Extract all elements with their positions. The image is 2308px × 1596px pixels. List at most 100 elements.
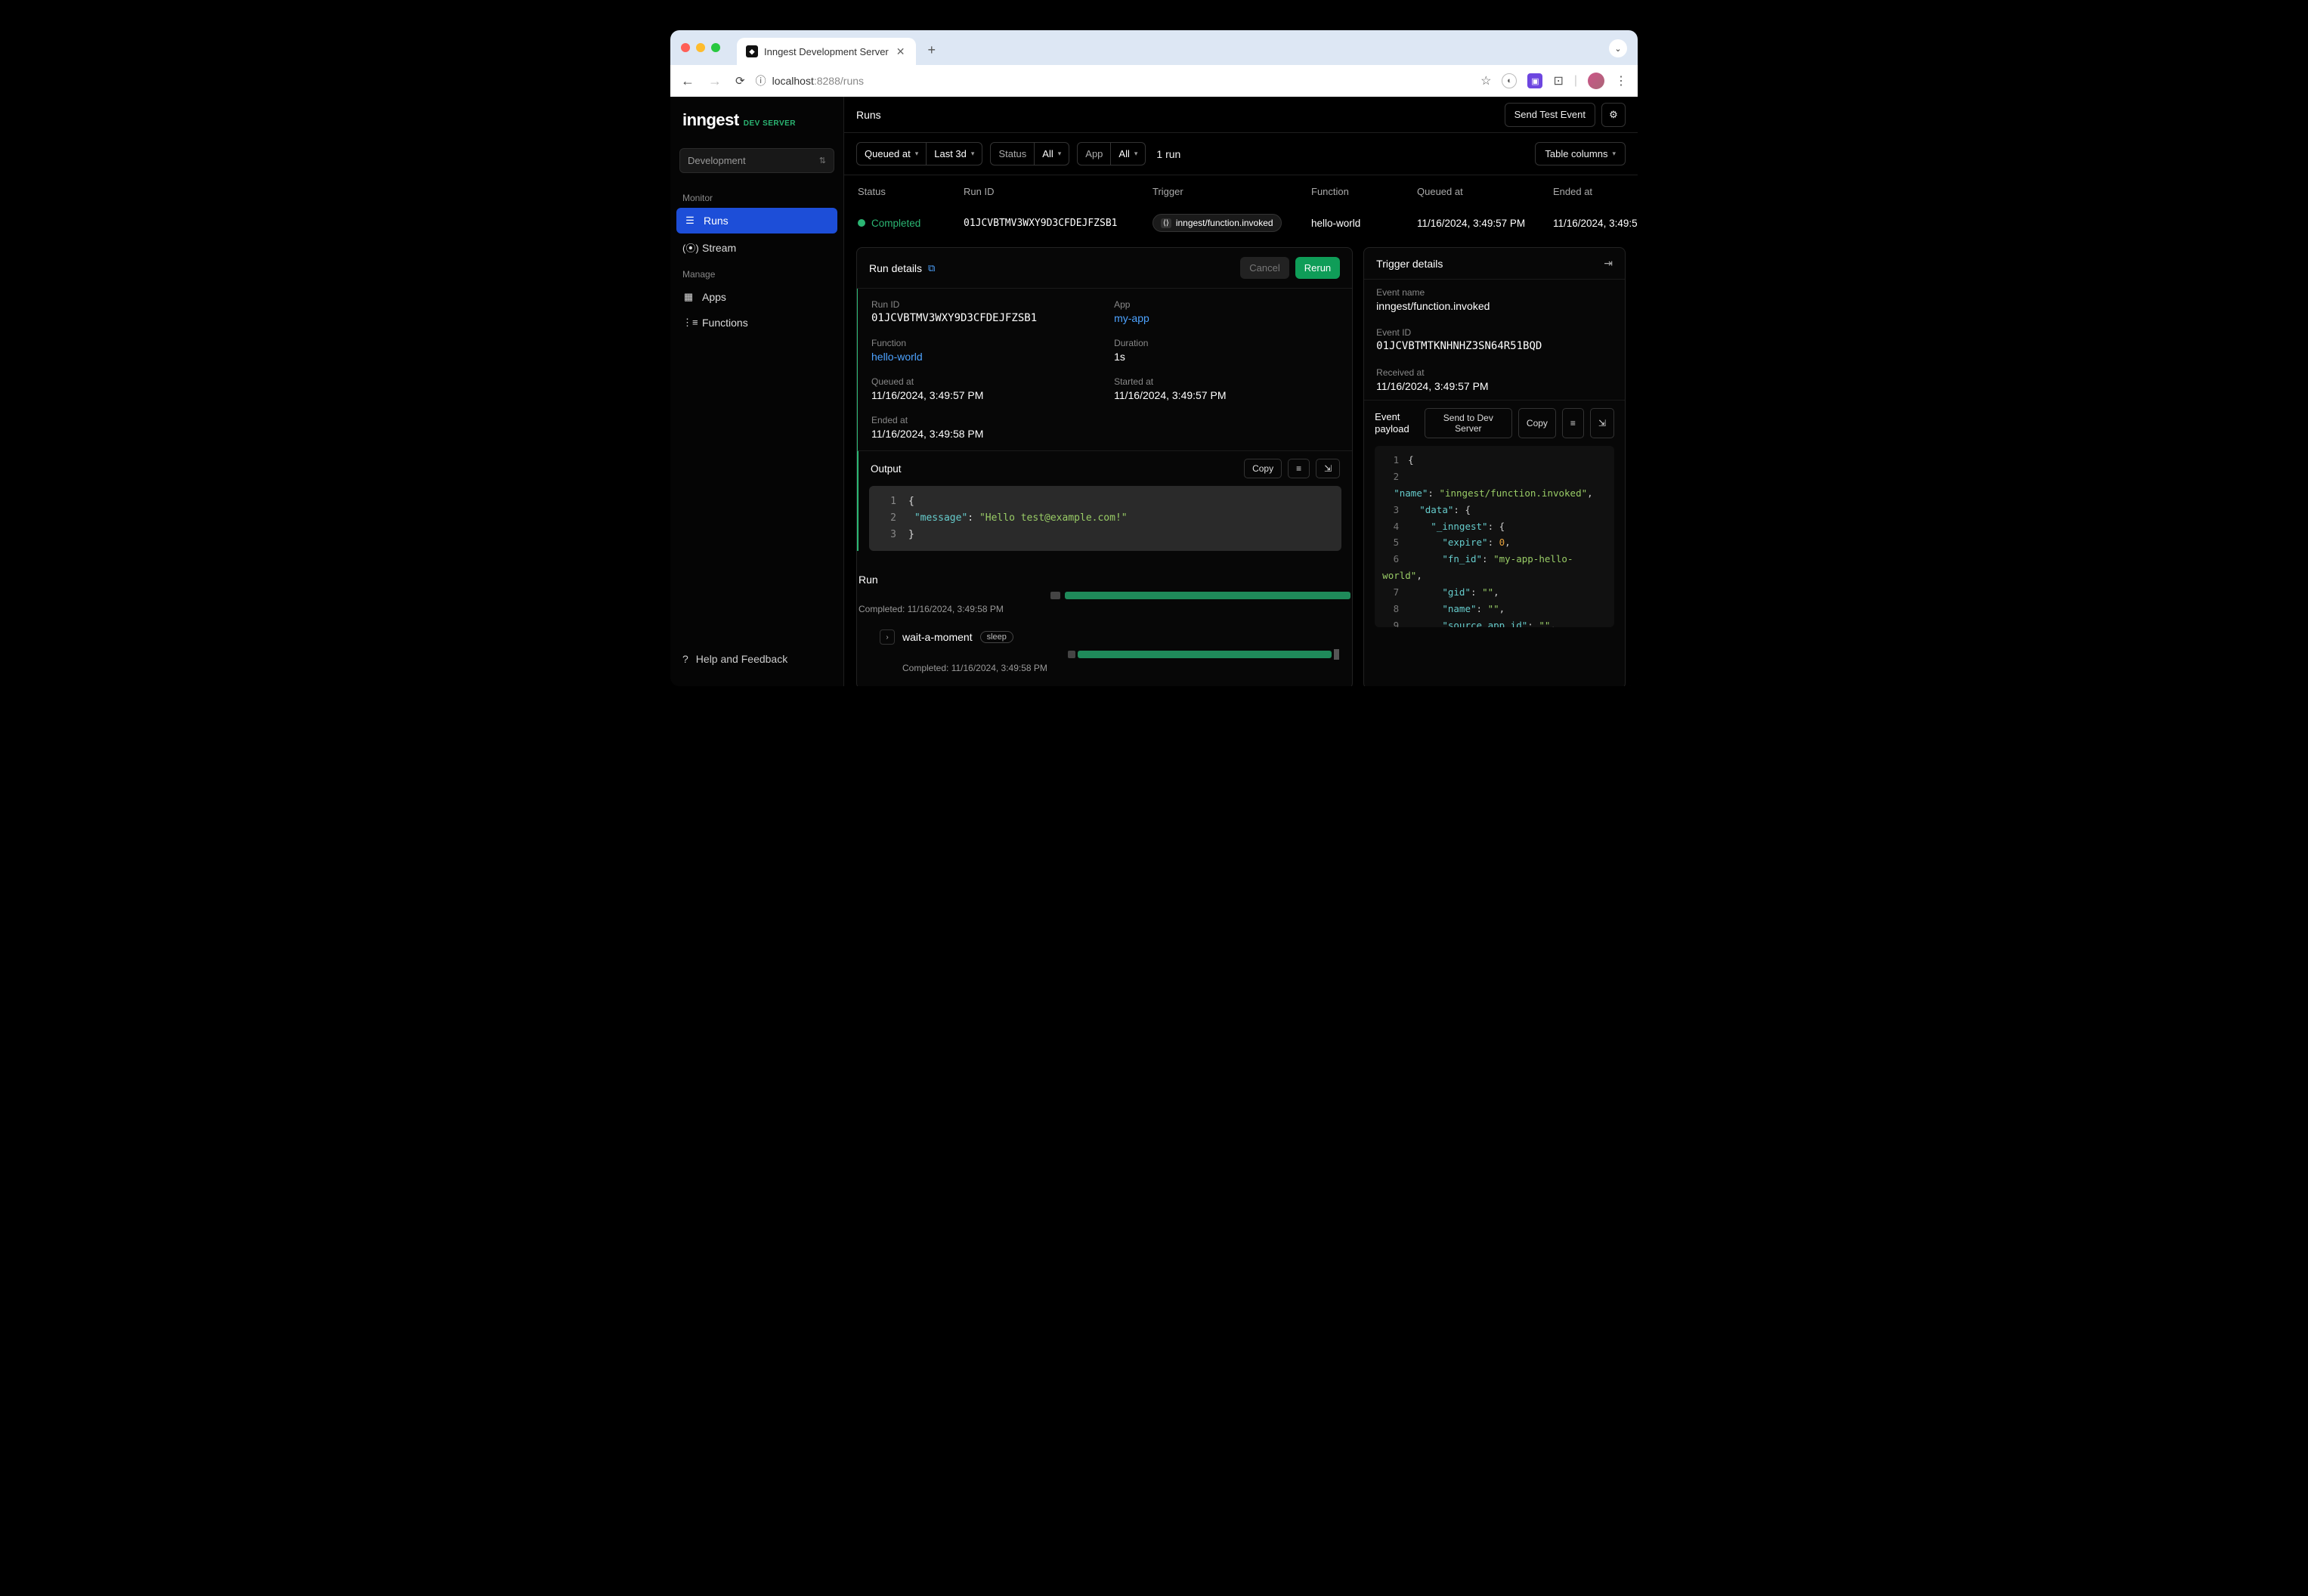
sidebar-item-label: Apps (702, 291, 726, 303)
value-event-id: 01JCVBTMTKNHNHZ3SN64R51BQD (1376, 340, 1613, 352)
col-status: Status (858, 186, 956, 197)
minimize-window-button[interactable] (696, 43, 705, 52)
select-arrows-icon: ⇅ (819, 156, 826, 165)
app-root: inngest DEV SERVER Development ⇅ Monitor… (670, 97, 1638, 686)
col-ended: Ended at (1553, 186, 1638, 197)
sidebar-item-functions[interactable]: ⋮≡ Functions (670, 310, 843, 336)
close-tab-icon[interactable]: ✕ (895, 45, 907, 58)
status-filter[interactable]: All ▾ (1035, 142, 1069, 165)
sidebar-item-label: Stream (702, 242, 736, 254)
wrap-icon: ≡ (1296, 463, 1301, 474)
help-label: Help and Feedback (696, 653, 787, 665)
col-queued: Queued at (1417, 186, 1545, 197)
queued-at-filter[interactable]: Queued at ▾ (856, 142, 927, 165)
logo-subtext: DEV SERVER (744, 119, 796, 128)
stream-icon: (⦿) (682, 240, 695, 255)
sidebar-item-apps[interactable]: ▦ Apps (670, 284, 843, 310)
run-details-panel: Run details ⧉ Cancel Rerun Run ID (856, 247, 1353, 686)
tabs-dropdown-button[interactable]: ⌄ (1609, 39, 1627, 57)
app-filter[interactable]: All ▾ (1111, 142, 1146, 165)
label-started: Started at (1114, 376, 1338, 387)
copy-payload-button[interactable]: Copy (1518, 408, 1556, 438)
send-to-dev-server-button[interactable]: Send to Dev Server (1425, 408, 1512, 438)
sidebar-item-stream[interactable]: (⦿) Stream (670, 234, 843, 261)
help-icon: ? (682, 653, 688, 665)
table-header: Status Run ID Trigger Function Queued at… (856, 175, 1626, 205)
window-controls (681, 43, 720, 52)
url-path: /runs (840, 75, 864, 87)
site-info-icon[interactable]: ⓘ (756, 73, 766, 88)
value-event-name: inngest/function.invoked (1376, 300, 1613, 312)
send-test-event-button[interactable]: Send Test Event (1505, 103, 1595, 127)
table-row[interactable]: Completed 01JCVBTMV3WXY9D3CFDEJFZSB1 ⟨⟩ … (856, 205, 1626, 241)
value-function[interactable]: hello-world (871, 351, 1096, 363)
expand-output-button[interactable]: ⇲ (1316, 459, 1340, 478)
event-payload-json: 1{2 "name": "inngest/function.invoked",3… (1375, 446, 1614, 627)
chevron-down-icon: ▾ (1612, 150, 1616, 158)
trigger-details-title: Trigger details (1376, 258, 1443, 270)
forward-button[interactable]: → (708, 73, 722, 89)
wrap-payload-button[interactable]: ≡ (1562, 408, 1584, 438)
row-function: hello-world (1311, 218, 1409, 229)
sidebar-item-runs[interactable]: ☰ Runs (676, 208, 837, 234)
chevron-down-icon: ▾ (1058, 150, 1062, 158)
sidebar-item-label: Functions (702, 317, 748, 329)
collapse-panel-icon[interactable]: ⇥ (1604, 257, 1613, 270)
back-button[interactable]: ← (681, 73, 695, 89)
copy-output-button[interactable]: Copy (1244, 459, 1282, 478)
bookmark-icon[interactable]: ☆ (1480, 73, 1491, 88)
address-bar[interactable]: ⓘ localhost:8288/runs (756, 73, 1471, 88)
status-filter-label: Status (990, 142, 1035, 165)
timeline: Run Completed: 11/16/2024, 3:49:58 PM (857, 561, 1352, 673)
extensions-icon[interactable]: ⊡ (1553, 73, 1563, 88)
label-app: App (1114, 299, 1338, 310)
status-dot-icon (858, 219, 865, 227)
reload-button[interactable]: ⟳ (735, 74, 745, 88)
timeline-run-sub: Completed: 11/16/2024, 3:49:58 PM (859, 604, 1350, 614)
expand-payload-button[interactable]: ⇲ (1590, 408, 1614, 438)
sidebar-section-manage: Manage (670, 261, 843, 284)
event-payload-label: Event payload (1375, 411, 1419, 435)
rerun-button[interactable]: Rerun (1295, 257, 1340, 279)
chevron-down-icon: ⌄ (1614, 44, 1621, 54)
table-columns-button[interactable]: Table columns ▾ (1535, 142, 1626, 165)
trigger-pill: ⟨⟩ inngest/function.invoked (1152, 214, 1282, 232)
external-link-icon[interactable]: ⧉ (928, 262, 935, 274)
value-started: 11/16/2024, 3:49:57 PM (1114, 389, 1338, 401)
settings-button[interactable]: ⚙ (1601, 103, 1626, 127)
time-range-filter[interactable]: Last 3d ▾ (927, 142, 982, 165)
sidebar-section-monitor: Monitor (670, 185, 843, 208)
maximize-window-button[interactable] (711, 43, 720, 52)
extension-icon-1[interactable]: ◐ (1502, 73, 1517, 88)
timeline-run-bar (1065, 592, 1350, 599)
browser-tab[interactable]: ◆ Inngest Development Server ✕ (737, 38, 916, 65)
run-details-grid: Run ID 01JCVBTMV3WXY9D3CFDEJFZSB1 App my… (856, 289, 1352, 450)
extension-icon-2[interactable]: ▣ (1527, 73, 1542, 88)
row-trigger: ⟨⟩ inngest/function.invoked (1152, 214, 1304, 232)
help-feedback-link[interactable]: ? Help and Feedback (670, 645, 843, 673)
profile-avatar[interactable] (1588, 73, 1604, 89)
label-function: Function (871, 338, 1096, 348)
cancel-button[interactable]: Cancel (1240, 257, 1289, 279)
value-app[interactable]: my-app (1114, 312, 1338, 324)
wrap-lines-button[interactable]: ≡ (1288, 459, 1310, 478)
new-tab-button[interactable]: + (928, 42, 936, 58)
browser-menu-icon[interactable]: ⋮ (1615, 73, 1627, 88)
chevron-down-icon: ▾ (1134, 150, 1138, 158)
content-area: Status Run ID Trigger Function Queued at… (844, 175, 1638, 686)
col-function: Function (1311, 186, 1409, 197)
url-port: :8288 (814, 75, 840, 87)
gear-icon: ⚙ (1609, 109, 1618, 121)
run-count: 1 run (1156, 148, 1180, 160)
label-queued: Queued at (871, 376, 1096, 387)
timeline-run-row: Run Completed: 11/16/2024, 3:49:58 PM (859, 574, 1350, 614)
wrap-icon: ≡ (1570, 418, 1576, 428)
timeline-step-badge: sleep (980, 631, 1013, 643)
close-window-button[interactable] (681, 43, 690, 52)
expand-icon: ⇲ (1324, 463, 1332, 474)
event-payload-section: Event payload Send to Dev Server Copy ≡ … (1364, 400, 1625, 627)
expand-step-button[interactable]: › (880, 629, 895, 645)
output-title: Output (871, 463, 902, 475)
sidebar-item-label: Runs (704, 215, 729, 227)
environment-select[interactable]: Development ⇅ (679, 148, 834, 173)
